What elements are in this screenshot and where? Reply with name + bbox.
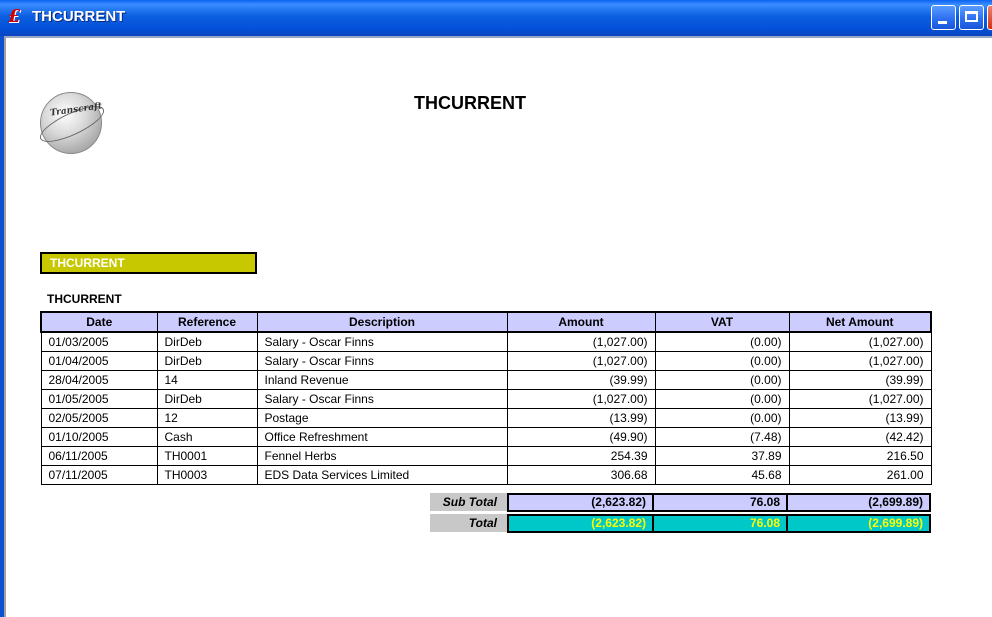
total-label: Total (430, 514, 507, 532)
cell-vat: 37.89 (654, 446, 790, 466)
title-bar[interactable]: £ THCURRENT (0, 0, 992, 36)
column-header-vat: VAT (654, 311, 790, 333)
cell-reference: 12 (156, 408, 258, 428)
cell-vat: (0.00) (654, 408, 790, 428)
cell-date: 07/11/2005 (40, 465, 158, 485)
cell-vat: 45.68 (654, 465, 790, 485)
cell-reference: 14 (156, 370, 258, 390)
table-row: 01/04/2005 DirDeb Salary - Oscar Finns (… (40, 351, 932, 371)
cell-net-amount: (39.99) (788, 370, 932, 390)
group-header: THCURRENT (40, 252, 257, 274)
cell-net-amount: (42.42) (788, 427, 932, 447)
maximize-icon (965, 11, 978, 22)
cell-description: Salary - Oscar Finns (256, 389, 508, 409)
cell-reference: DirDeb (156, 389, 258, 409)
cell-date: 28/04/2005 (40, 370, 158, 390)
column-header-amount: Amount (506, 311, 656, 333)
total-amount: (2,623.82) (507, 514, 654, 533)
cell-net-amount: 216.50 (788, 446, 932, 466)
cell-net-amount: (13.99) (788, 408, 932, 428)
cell-date: 01/10/2005 (40, 427, 158, 447)
subtotal-vat: 76.08 (652, 493, 788, 512)
table-row: 01/03/2005 DirDeb Salary - Oscar Finns (… (40, 331, 932, 352)
maximize-button[interactable] (959, 5, 984, 30)
cell-amount: (1,027.00) (506, 389, 656, 409)
cell-date: 02/05/2005 (40, 408, 158, 428)
cell-description: Office Refreshment (256, 427, 508, 447)
cell-amount: (1,027.00) (506, 331, 656, 352)
cell-date: 01/05/2005 (40, 389, 158, 409)
section-header: THCURRENT (47, 292, 122, 306)
subtotal-amount: (2,623.82) (507, 493, 654, 512)
cell-date: 06/11/2005 (40, 446, 158, 466)
close-button[interactable] (987, 5, 992, 30)
column-header-date: Date (40, 311, 158, 333)
cell-description: Inland Revenue (256, 370, 508, 390)
cell-vat: (0.00) (654, 370, 790, 390)
cell-description: EDS Data Services Limited (256, 465, 508, 485)
cell-net-amount: (1,027.00) (788, 331, 932, 352)
window-title: THCURRENT (32, 8, 126, 25)
minimize-button[interactable] (931, 5, 956, 30)
cell-vat: (0.00) (654, 331, 790, 352)
minimize-icon (938, 21, 947, 24)
cell-net-amount: 261.00 (788, 465, 932, 485)
total-net-amount: (2,699.89) (786, 514, 931, 533)
cell-amount: (1,027.00) (506, 351, 656, 371)
cell-amount: (13.99) (506, 408, 656, 428)
cell-description: Salary - Oscar Finns (256, 351, 508, 371)
table-row: 01/10/2005 Cash Office Refreshment (49.9… (40, 427, 932, 447)
cell-description: Fennel Herbs (256, 446, 508, 466)
cell-net-amount: (1,027.00) (788, 351, 932, 371)
cell-amount: 306.68 (506, 465, 656, 485)
cell-amount: (49.90) (506, 427, 656, 447)
subtotal-net-amount: (2,699.89) (786, 493, 931, 512)
report-title: THCURRENT (414, 93, 526, 113)
table-row: 01/05/2005 DirDeb Salary - Oscar Finns (… (40, 389, 932, 409)
table-row: 28/04/2005 14 Inland Revenue (39.99) (0.… (40, 370, 932, 390)
cell-vat: (0.00) (654, 351, 790, 371)
app-icon: £ (8, 6, 21, 27)
cell-net-amount: (1,027.00) (788, 389, 932, 409)
table-row: 06/11/2005 TH0001 Fennel Herbs 254.39 37… (40, 446, 932, 466)
column-header-description: Description (256, 311, 508, 333)
cell-vat: (7.48) (654, 427, 790, 447)
cell-description: Postage (256, 408, 508, 428)
cell-reference: DirDeb (156, 351, 258, 371)
table-row: 07/11/2005 TH0003 EDS Data Services Limi… (40, 465, 932, 485)
cell-reference: TH0003 (156, 465, 258, 485)
cell-description: Salary - Oscar Finns (256, 331, 508, 352)
cell-reference: Cash (156, 427, 258, 447)
table-row: 02/05/2005 12 Postage (13.99) (0.00) (13… (40, 408, 932, 428)
cell-reference: TH0001 (156, 446, 258, 466)
cell-vat: (0.00) (654, 389, 790, 409)
total-vat: 76.08 (652, 514, 788, 533)
column-header-net-amount: Net Amount (788, 311, 932, 333)
cell-reference: DirDeb (156, 331, 258, 352)
transactions-table: Date Reference Description Amount VAT Ne… (40, 311, 932, 485)
column-header-reference: Reference (156, 311, 258, 333)
table-header-row: Date Reference Description Amount VAT Ne… (40, 311, 932, 333)
cell-date: 01/04/2005 (40, 351, 158, 371)
cell-date: 01/03/2005 (40, 331, 158, 352)
company-logo: Transcraft (35, 92, 109, 154)
cell-amount: 254.39 (506, 446, 656, 466)
subtotal-label: Sub Total (430, 493, 507, 511)
cell-amount: (39.99) (506, 370, 656, 390)
